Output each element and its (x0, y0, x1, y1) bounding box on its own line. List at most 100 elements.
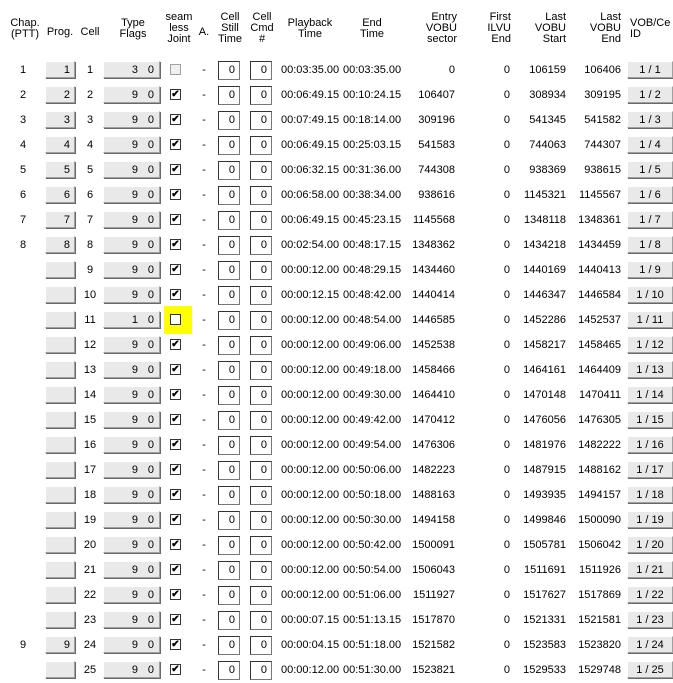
vob-cell-id-button[interactable]: 1 / 12 (627, 336, 673, 353)
prog-button[interactable] (45, 311, 75, 328)
type-flags-button[interactable]: 90 (103, 111, 160, 128)
type-flags-button[interactable]: 90 (103, 161, 160, 178)
prog-button[interactable] (45, 361, 75, 378)
cell-still-time-input[interactable]: 0 (218, 436, 240, 455)
cell-cmd-input[interactable]: 0 (250, 386, 272, 405)
type-flags-button[interactable]: 90 (103, 586, 160, 603)
type-flags-button[interactable]: 90 (103, 561, 160, 578)
seamless-joint-checkbox[interactable]: ✔ (170, 489, 181, 500)
cell-still-time-input[interactable]: 0 (218, 136, 240, 155)
cell-cmd-input[interactable]: 0 (250, 636, 272, 655)
cell-cmd-input[interactable]: 0 (250, 586, 272, 605)
vob-cell-id-button[interactable]: 1 / 18 (627, 486, 673, 503)
prog-button[interactable]: 6 (45, 186, 75, 203)
seamless-joint-checkbox[interactable]: ✔ (170, 264, 181, 275)
type-flags-button[interactable]: 90 (103, 261, 160, 278)
type-flags-button[interactable]: 90 (103, 236, 160, 253)
vob-cell-id-button[interactable]: 1 / 17 (627, 461, 673, 478)
prog-button[interactable]: 5 (45, 161, 75, 178)
vob-cell-id-button[interactable]: 1 / 24 (627, 636, 673, 653)
type-flags-button[interactable]: 90 (103, 511, 160, 528)
vob-cell-id-button[interactable]: 1 / 8 (627, 236, 673, 253)
vob-cell-id-button[interactable]: 1 / 25 (627, 661, 673, 678)
cell-still-time-input[interactable]: 0 (218, 636, 240, 655)
cell-still-time-input[interactable]: 0 (218, 161, 240, 180)
prog-button[interactable] (45, 286, 75, 303)
vob-cell-id-button[interactable]: 1 / 1 (627, 61, 673, 78)
prog-button[interactable] (45, 486, 75, 503)
type-flags-button[interactable]: 90 (103, 461, 160, 478)
cell-cmd-input[interactable]: 0 (250, 511, 272, 530)
seamless-joint-checkbox[interactable]: ✔ (170, 514, 181, 525)
cell-cmd-input[interactable]: 0 (250, 561, 272, 580)
cell-cmd-input[interactable]: 0 (250, 186, 272, 205)
vob-cell-id-button[interactable]: 1 / 3 (627, 111, 673, 128)
type-flags-button[interactable]: 90 (103, 211, 160, 228)
cell-cmd-input[interactable]: 0 (250, 286, 272, 305)
seamless-joint-checkbox[interactable]: ✔ (170, 639, 181, 650)
cell-cmd-input[interactable]: 0 (250, 61, 272, 80)
cell-cmd-input[interactable]: 0 (250, 361, 272, 380)
prog-button[interactable] (45, 436, 75, 453)
cell-still-time-input[interactable]: 0 (218, 211, 240, 230)
prog-button[interactable] (45, 511, 75, 528)
cell-still-time-input[interactable]: 0 (218, 336, 240, 355)
prog-button[interactable] (45, 461, 75, 478)
cell-cmd-input[interactable]: 0 (250, 211, 272, 230)
type-flags-button[interactable]: 90 (103, 636, 160, 653)
cell-still-time-input[interactable]: 0 (218, 411, 240, 430)
type-flags-button[interactable]: 10 (103, 311, 160, 328)
seamless-joint-checkbox[interactable]: ✔ (170, 189, 181, 200)
vob-cell-id-button[interactable]: 1 / 23 (627, 611, 673, 628)
seamless-joint-checkbox[interactable]: ✔ (170, 289, 181, 300)
cell-cmd-input[interactable]: 0 (250, 311, 272, 330)
cell-cmd-input[interactable]: 0 (250, 161, 272, 180)
cell-cmd-input[interactable]: 0 (250, 336, 272, 355)
type-flags-button[interactable]: 90 (103, 386, 160, 403)
seamless-joint-checkbox[interactable]: ✔ (170, 89, 181, 100)
prog-button[interactable]: 1 (45, 61, 75, 78)
cell-cmd-input[interactable]: 0 (250, 261, 272, 280)
prog-button[interactable] (45, 561, 75, 578)
seamless-joint-checkbox[interactable]: ✔ (170, 664, 181, 675)
cell-still-time-input[interactable]: 0 (218, 511, 240, 530)
seamless-joint-checkbox[interactable]: ✔ (170, 114, 181, 125)
prog-button[interactable]: 4 (45, 136, 75, 153)
cell-still-time-input[interactable]: 0 (218, 536, 240, 555)
seamless-joint-checkbox[interactable] (170, 314, 181, 325)
prog-button[interactable] (45, 536, 75, 553)
vob-cell-id-button[interactable]: 1 / 21 (627, 561, 673, 578)
vob-cell-id-button[interactable]: 1 / 15 (627, 411, 673, 428)
cell-cmd-input[interactable]: 0 (250, 436, 272, 455)
type-flags-button[interactable]: 90 (103, 486, 160, 503)
vob-cell-id-button[interactable]: 1 / 19 (627, 511, 673, 528)
seamless-joint-checkbox[interactable]: ✔ (170, 214, 181, 225)
type-flags-button[interactable]: 90 (103, 536, 160, 553)
seamless-joint-checkbox[interactable] (170, 64, 181, 75)
cell-still-time-input[interactable]: 0 (218, 386, 240, 405)
vob-cell-id-button[interactable]: 1 / 13 (627, 361, 673, 378)
seamless-joint-checkbox[interactable]: ✔ (170, 464, 181, 475)
seamless-joint-checkbox[interactable]: ✔ (170, 339, 181, 350)
seamless-joint-checkbox[interactable]: ✔ (170, 164, 181, 175)
prog-button[interactable] (45, 261, 75, 278)
prog-button[interactable] (45, 336, 75, 353)
type-flags-button[interactable]: 90 (103, 286, 160, 303)
vob-cell-id-button[interactable]: 1 / 10 (627, 286, 673, 303)
cell-still-time-input[interactable]: 0 (218, 586, 240, 605)
cell-still-time-input[interactable]: 0 (218, 361, 240, 380)
vob-cell-id-button[interactable]: 1 / 11 (627, 311, 673, 328)
seamless-joint-checkbox[interactable]: ✔ (170, 439, 181, 450)
vob-cell-id-button[interactable]: 1 / 9 (627, 261, 673, 278)
vob-cell-id-button[interactable]: 1 / 7 (627, 211, 673, 228)
prog-button[interactable] (45, 611, 75, 628)
cell-cmd-input[interactable]: 0 (250, 661, 272, 680)
seamless-joint-checkbox[interactable]: ✔ (170, 539, 181, 550)
seamless-joint-checkbox[interactable]: ✔ (170, 139, 181, 150)
type-flags-button[interactable]: 90 (103, 336, 160, 353)
cell-still-time-input[interactable]: 0 (218, 561, 240, 580)
prog-button[interactable]: 7 (45, 211, 75, 228)
type-flags-button[interactable]: 90 (103, 86, 160, 103)
cell-cmd-input[interactable]: 0 (250, 86, 272, 105)
vob-cell-id-button[interactable]: 1 / 2 (627, 86, 673, 103)
